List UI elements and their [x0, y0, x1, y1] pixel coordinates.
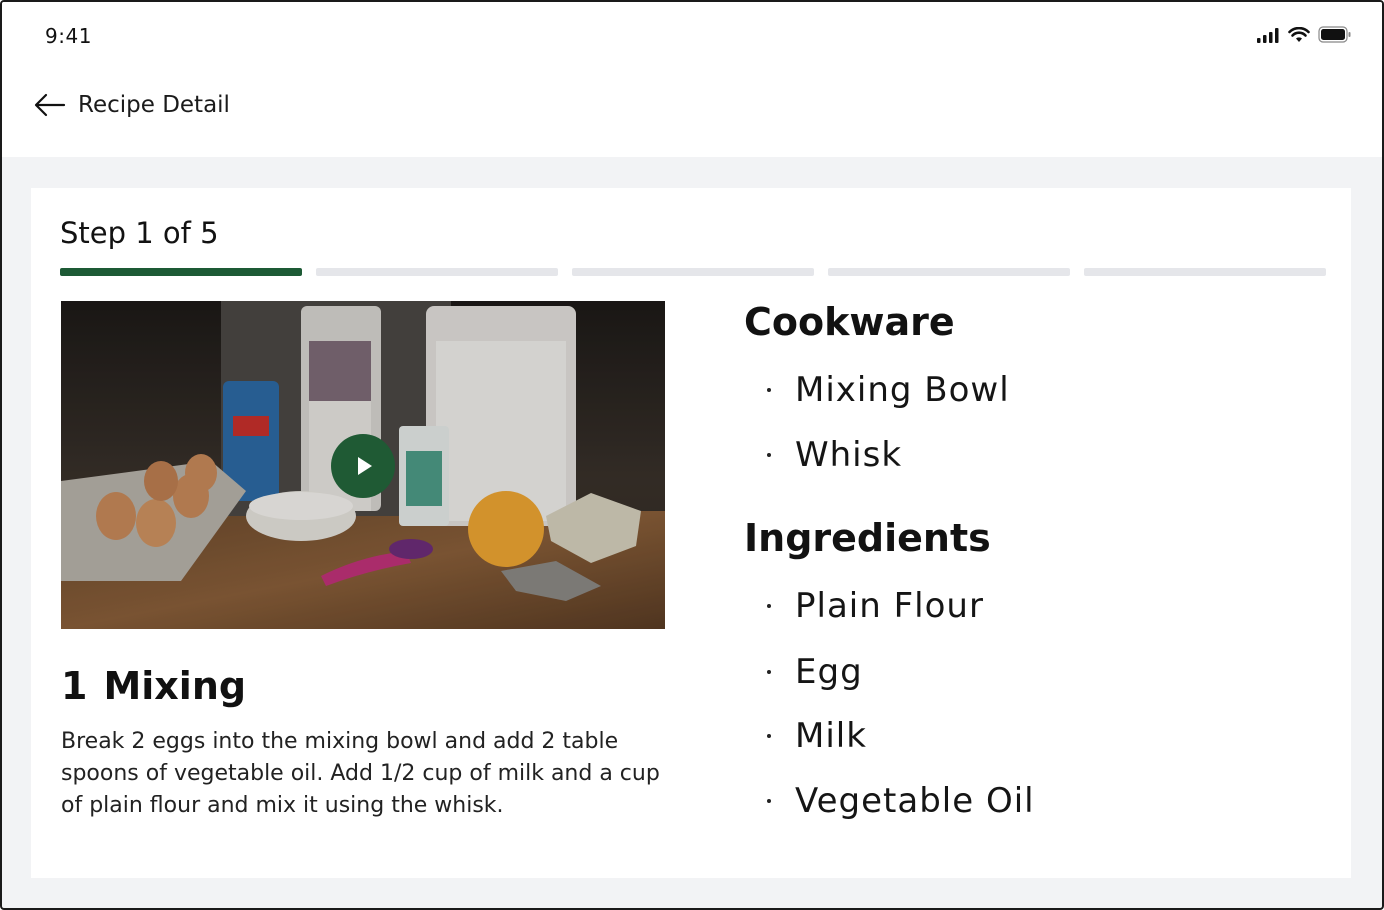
- ingredient-item-label: Milk: [795, 716, 867, 756]
- step-card: Step 1 of 5 1 Mixing Break 2 eggs into t…: [31, 188, 1351, 878]
- battery-icon: [1318, 26, 1351, 43]
- progress-segment-3: [572, 268, 814, 276]
- step-progress: [60, 268, 1326, 276]
- cookware-item-label: Mixing Bowl: [795, 370, 1010, 410]
- step-description: Break 2 eggs into the mixing bowl and ad…: [61, 729, 660, 818]
- bullet-icon: [767, 388, 771, 392]
- arrow-left-icon[interactable]: [34, 93, 66, 117]
- cellular-signal-icon: [1257, 27, 1279, 43]
- progress-segment-5: [1084, 268, 1326, 276]
- ingredient-item-label: Egg: [795, 652, 863, 692]
- bullet-icon: [767, 734, 771, 738]
- bullet-icon: [767, 670, 771, 674]
- top-bar: 9:41 Recipe Detail: [2, 2, 1382, 157]
- bullet-icon: [767, 453, 771, 457]
- step-title: Mixing: [103, 664, 247, 708]
- step-indicator-label: Step 1 of 5: [60, 216, 219, 250]
- cookware-item-label: Whisk: [795, 435, 903, 475]
- ingredient-item-label: Vegetable Oil: [795, 781, 1035, 821]
- progress-segment-1: [60, 268, 302, 276]
- ingredient-item: Plain Flour: [767, 586, 984, 626]
- ingredient-item: Vegetable Oil: [767, 781, 1035, 821]
- status-time: 9:41: [45, 24, 92, 48]
- ingredient-item-label: Plain Flour: [795, 586, 984, 626]
- play-button[interactable]: [331, 434, 395, 498]
- step-heading: 1 Mixing: [61, 664, 246, 708]
- step-number: 1: [61, 664, 88, 708]
- cookware-item: Whisk: [767, 435, 902, 475]
- wifi-icon: [1288, 26, 1310, 42]
- play-icon: [358, 457, 372, 475]
- bullet-icon: [767, 799, 771, 803]
- ingredient-item: Egg: [767, 652, 863, 692]
- cookware-title: Cookware: [744, 300, 955, 344]
- back-navigation[interactable]: Recipe Detail: [34, 92, 230, 118]
- ingredients-title: Ingredients: [744, 516, 991, 560]
- bullet-icon: [767, 604, 771, 608]
- step-video[interactable]: [61, 301, 665, 629]
- app-frame: 9:41 Recipe Detail Step 1 of 5 1 Mixing …: [0, 0, 1384, 910]
- status-icons: [1256, 26, 1352, 43]
- progress-segment-2: [316, 268, 558, 276]
- page-title: Recipe Detail: [78, 92, 230, 118]
- ingredient-item: Milk: [767, 716, 867, 756]
- cookware-item: Mixing Bowl: [767, 370, 1010, 410]
- progress-segment-4: [828, 268, 1070, 276]
